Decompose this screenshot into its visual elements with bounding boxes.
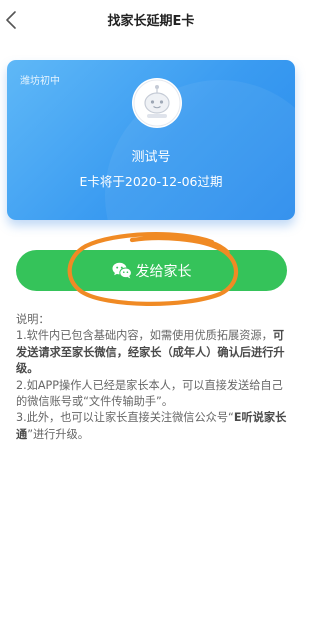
robot-avatar-icon: [133, 79, 181, 127]
school-name: 潍坊初中: [20, 76, 60, 87]
send-button-label: 发给家长: [135, 263, 192, 280]
note-item-3: 3.此外，也可以让家长直接关注微信公众号“E听说家长通”进行升级。: [16, 410, 288, 443]
expiry-date-text: E卡将于2020-12-06过期: [79, 174, 223, 189]
account-name: 测试号: [131, 150, 171, 165]
send-to-parent-button[interactable]: 发给家长: [16, 250, 287, 291]
note-item-2: 2.如APP操作人已经是家长本人，可以直接发送给自己的微信账号或“文件传输助手”…: [16, 378, 283, 409]
e-card: 潍坊初中 测试号 E卡将于2020-12-06过期: [7, 60, 295, 220]
header-bar: 找家长延期E卡: [0, 0, 302, 40]
note-item-1: 1.软件内已包含基础内容，如需使用优质拓展资源，可发送请求至家长微信，经家长（成…: [16, 328, 288, 377]
page-title: 找家长延期E卡: [107, 14, 195, 29]
note-item-3-text: 3.此外，也可以让家长直接关注微信公众号“: [16, 411, 234, 425]
avatar: [132, 78, 182, 128]
notes-heading: 说明：: [16, 313, 50, 326]
wechat-icon: [112, 262, 132, 279]
send-button-content: 发给家长: [16, 250, 287, 291]
note-item-3-suffix: ”进行升级。: [27, 427, 89, 441]
instructions-section: 说明： 1.软件内已包含基础内容，如需使用优质拓展资源，可发送请求至家长微信，经…: [16, 312, 288, 443]
note-item-1-text: 1.软件内已包含基础内容，如需使用优质拓展资源，: [16, 329, 273, 343]
